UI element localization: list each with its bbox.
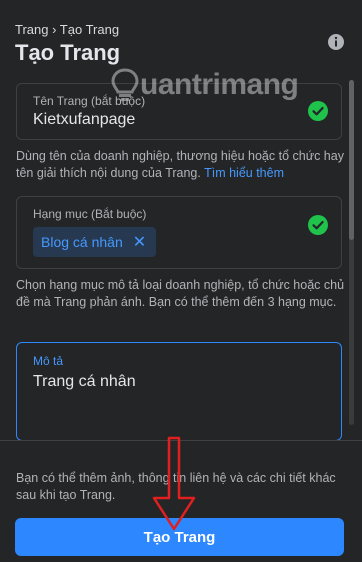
category-label: Hạng mục (Bắt buộc) bbox=[33, 207, 147, 221]
category-field[interactable]: Hạng mục (Bắt buộc) Blog cá nhân ✕ bbox=[16, 196, 342, 269]
check-circle-icon bbox=[308, 101, 328, 121]
page-name-help: Dùng tên của doanh nghiệp, thương hiệu h… bbox=[16, 148, 346, 182]
remove-chip-icon[interactable]: ✕ bbox=[133, 232, 146, 252]
scrollbar-thumb[interactable] bbox=[349, 80, 354, 240]
category-chip-label: Blog cá nhân bbox=[41, 234, 123, 250]
description-value[interactable]: Trang cá nhân bbox=[33, 373, 136, 391]
page-name-help-text: Dùng tên của doanh nghiệp, thương hiệu h… bbox=[16, 149, 344, 180]
watermark-text: uantrimang bbox=[140, 68, 299, 101]
learn-more-link[interactable]: Tìm hiểu thêm bbox=[204, 166, 284, 180]
page-title: Tạo Trang bbox=[15, 40, 121, 65]
arrow-down-icon bbox=[152, 436, 196, 531]
description-label: Mô tả bbox=[33, 354, 64, 368]
watermark: uantrimang bbox=[110, 68, 299, 102]
lightbulb-icon bbox=[111, 68, 139, 101]
check-circle-icon bbox=[308, 215, 328, 235]
category-help: Chọn hạng mục mô tả loại doanh nghiệp, t… bbox=[16, 278, 345, 309]
breadcrumb[interactable]: Trang › Tạo Trang bbox=[15, 22, 119, 37]
page-name-value[interactable]: Kietxufanpage bbox=[33, 111, 135, 129]
category-chip[interactable]: Blog cá nhân ✕ bbox=[33, 227, 157, 257]
description-field[interactable]: Mô tả Trang cá nhân bbox=[16, 342, 342, 441]
info-icon[interactable] bbox=[327, 33, 345, 51]
